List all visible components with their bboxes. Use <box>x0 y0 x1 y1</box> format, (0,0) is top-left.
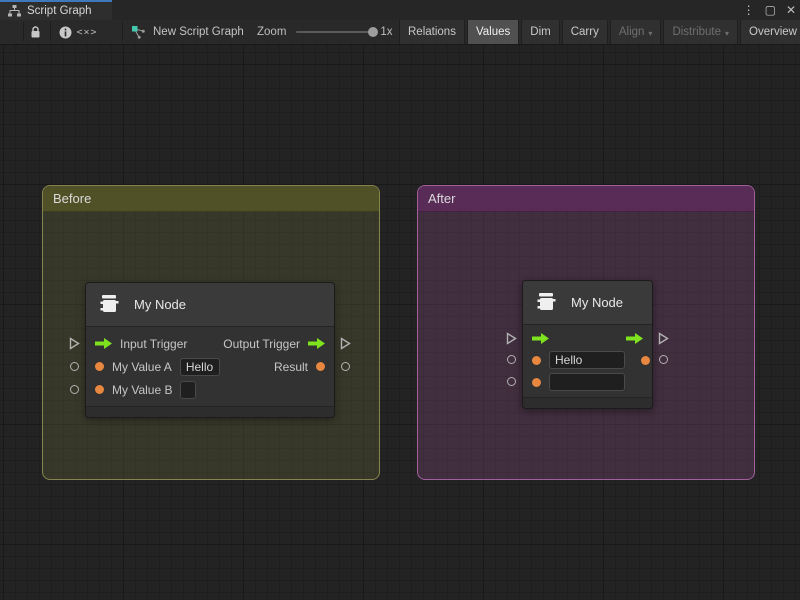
graph-canvas[interactable]: Before After <box>0 45 800 600</box>
chevron-down-icon: ▾ <box>648 29 652 38</box>
menu-icon[interactable]: ⋮ <box>743 3 755 17</box>
port-row-trigger <box>523 327 652 349</box>
zoom-control: Zoom 1x <box>257 20 393 44</box>
maximize-icon[interactable]: ▢ <box>765 3 776 17</box>
port-label: Result <box>274 360 308 374</box>
separator <box>23 22 24 41</box>
value-input-port-icon[interactable] <box>95 362 104 371</box>
code-icon: <×> <box>76 27 97 38</box>
port-label: Input Trigger <box>120 337 187 351</box>
node-title: My Node <box>571 295 623 310</box>
code-view-button[interactable]: <×> <box>74 20 100 44</box>
window-controls: ⋮ ▢ ✕ <box>743 0 796 20</box>
value-output-port-icon[interactable] <box>316 362 325 371</box>
zoom-slider[interactable] <box>296 31 374 33</box>
my-node-icon <box>98 292 124 318</box>
port-row-value-b <box>523 371 652 393</box>
close-icon[interactable]: ✕ <box>786 3 796 17</box>
separator <box>50 22 51 41</box>
ext-value-input-port-icon[interactable] <box>507 355 516 364</box>
node-my-node-before[interactable]: My Node Input Trigger Output Trigger <box>85 282 335 418</box>
node-header[interactable]: My Node <box>523 281 652 325</box>
value-output-port-icon[interactable] <box>641 356 650 365</box>
value-b-field[interactable] <box>180 381 196 399</box>
chevron-down-icon: ▾ <box>725 29 729 38</box>
node-title: My Node <box>134 297 186 312</box>
ext-flow-output-port-icon[interactable] <box>658 332 669 350</box>
flow-input-port-icon[interactable] <box>95 338 112 349</box>
graph-hierarchy-icon <box>8 5 21 17</box>
overview-button[interactable]: Overview <box>740 20 800 44</box>
toolbar-buttons: Relations Values Dim Carry Align ▾ Distr… <box>399 20 800 44</box>
ext-value-input-port-icon[interactable] <box>507 377 516 386</box>
node-footer <box>523 397 652 408</box>
value-input-port-icon[interactable] <box>532 378 541 387</box>
distribute-button[interactable]: Distribute ▾ <box>663 20 738 44</box>
info-icon <box>59 26 72 39</box>
port-label: My Value B <box>112 383 172 397</box>
port-row-value-a <box>523 349 652 371</box>
ext-flow-input-port-icon[interactable] <box>69 337 80 355</box>
my-node-icon <box>535 290 561 316</box>
value-b-field[interactable] <box>549 373 625 391</box>
relations-button[interactable]: Relations <box>399 20 465 44</box>
value-input-port-icon[interactable] <box>95 385 104 394</box>
group-after-header[interactable]: After <box>418 186 754 212</box>
group-before-header[interactable]: Before <box>43 186 379 212</box>
port-row-value-a: My Value A Result <box>86 355 334 378</box>
graph-name-label: New Script Graph <box>153 26 244 38</box>
lock-button[interactable] <box>26 20 44 44</box>
tab-label: Script Graph <box>27 5 92 17</box>
tab-bar: Script Graph ⋮ ▢ ✕ <box>0 0 800 20</box>
graph-name[interactable]: New Script Graph <box>131 20 244 44</box>
flow-output-port-icon[interactable] <box>308 338 325 349</box>
port-label: My Value A <box>112 360 172 374</box>
node-header[interactable]: My Node <box>86 283 334 327</box>
zoom-label: Zoom <box>257 26 286 38</box>
values-button[interactable]: Values <box>467 20 519 44</box>
script-graph-window: Script Graph ⋮ ▢ ✕ <×> <box>0 0 800 600</box>
node-footer <box>86 406 334 417</box>
node-rows: Input Trigger Output Trigger My Value A … <box>86 327 334 406</box>
ext-value-output-port-icon[interactable] <box>341 362 350 371</box>
zoom-value: 1x <box>380 26 392 38</box>
value-a-field[interactable] <box>180 358 220 376</box>
node-my-node-after[interactable]: My Node <box>522 280 653 409</box>
port-label: Output Trigger <box>223 337 300 351</box>
toolbar: <×> New Script Graph Zoom 1x Relations V… <box>0 20 800 45</box>
group-title: Before <box>53 191 91 206</box>
zoom-slider-knob[interactable] <box>368 27 378 37</box>
ext-value-output-port-icon[interactable] <box>659 355 668 364</box>
flow-output-port-icon[interactable] <box>626 333 643 344</box>
ext-flow-input-port-icon[interactable] <box>506 332 517 350</box>
dim-button[interactable]: Dim <box>521 20 559 44</box>
value-a-field[interactable] <box>549 351 625 369</box>
ext-flow-output-port-icon[interactable] <box>340 337 351 355</box>
group-title: After <box>428 191 455 206</box>
info-button[interactable] <box>56 20 74 44</box>
separator <box>122 22 123 41</box>
ext-value-input-port-icon[interactable] <box>70 362 79 371</box>
lock-icon <box>30 26 41 39</box>
port-row-trigger: Input Trigger Output Trigger <box>86 332 334 355</box>
ext-value-input-port-icon[interactable] <box>70 385 79 394</box>
carry-button[interactable]: Carry <box>562 20 608 44</box>
new-script-graph-icon <box>131 25 146 40</box>
tab-script-graph[interactable]: Script Graph <box>0 0 112 20</box>
align-button[interactable]: Align ▾ <box>610 20 662 44</box>
value-input-port-icon[interactable] <box>532 356 541 365</box>
port-row-value-b: My Value B <box>86 378 334 401</box>
node-rows <box>523 325 652 397</box>
flow-input-port-icon[interactable] <box>532 333 549 344</box>
